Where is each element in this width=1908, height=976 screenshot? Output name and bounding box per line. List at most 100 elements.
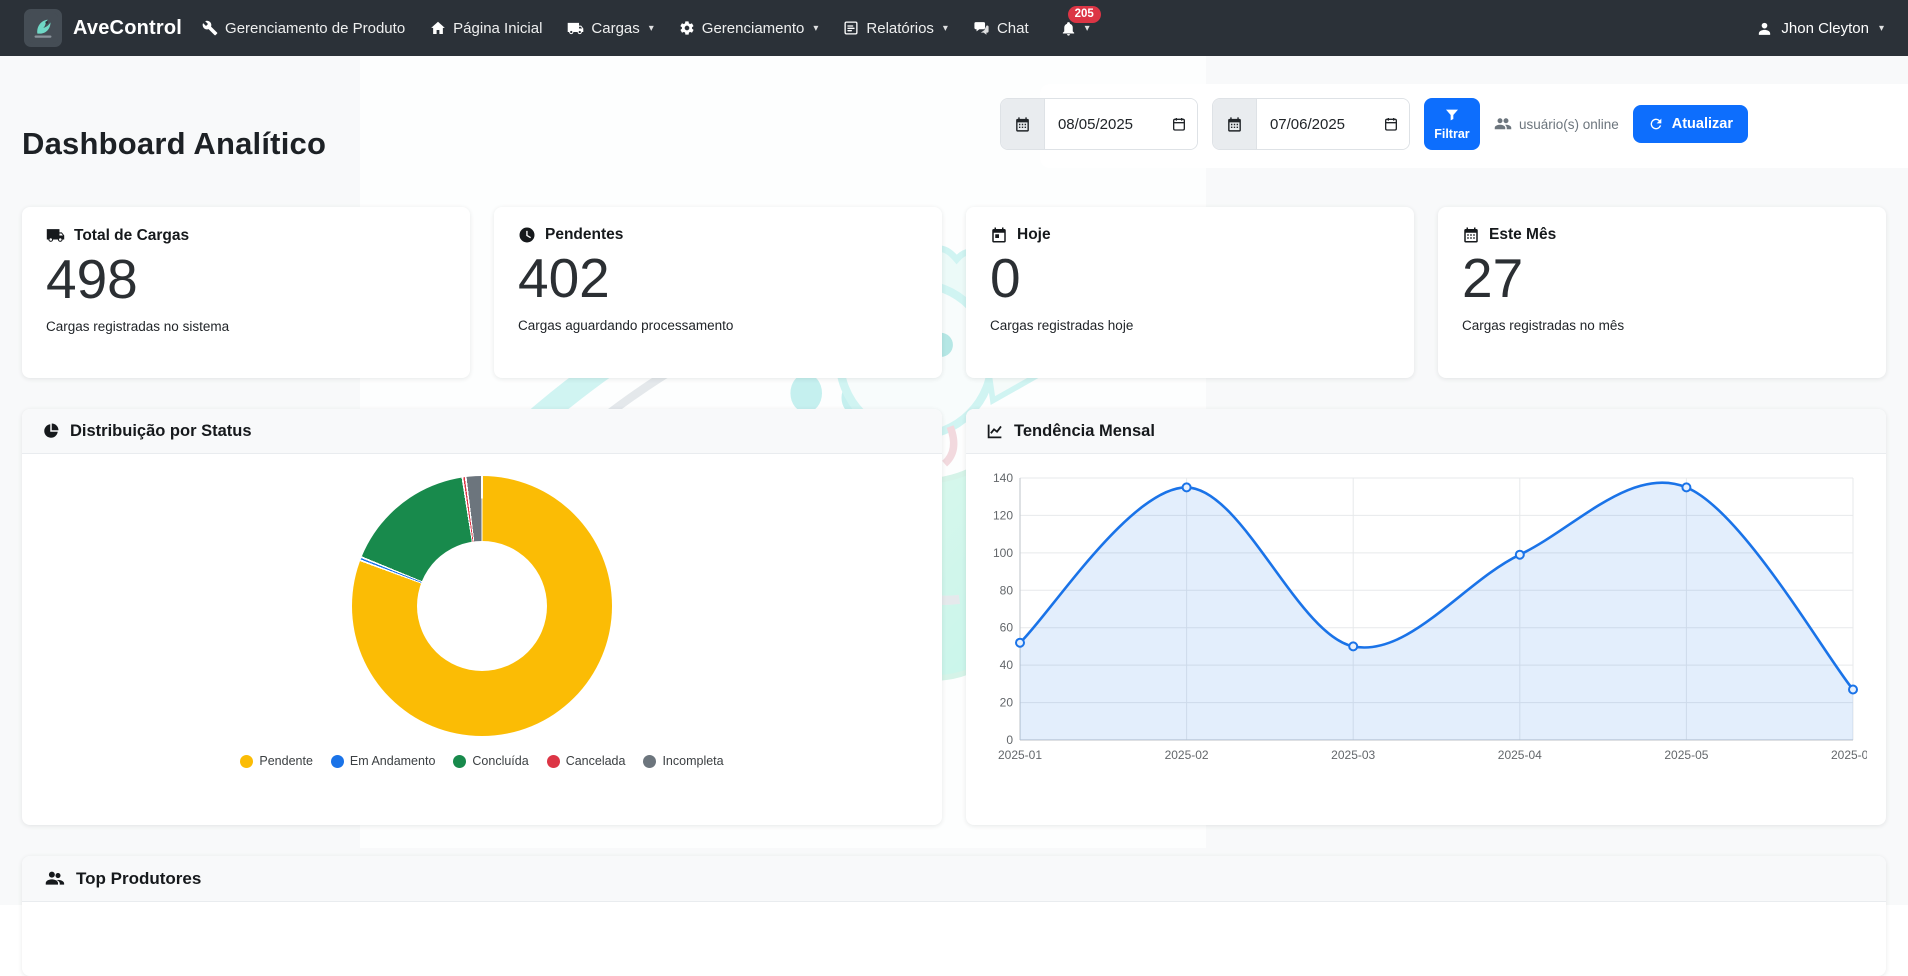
stat-subtitle: Cargas registradas no mês [1462, 318, 1862, 333]
stat-subtitle: Cargas registradas hoje [990, 318, 1390, 333]
nav-label: Chat [997, 20, 1029, 37]
svg-text:2025-05: 2025-05 [1664, 748, 1708, 762]
status-chart-title: Distribuição por Status [70, 422, 252, 441]
stat-title: Total de Cargas [74, 227, 189, 245]
top-producers-card: Top Produtores [22, 856, 1886, 976]
legend-item-cancelada[interactable]: Cancelada [547, 754, 626, 768]
stat-subtitle: Cargas registradas no sistema [46, 319, 446, 334]
truck-icon [567, 20, 584, 37]
truck-icon [46, 226, 65, 245]
brand[interactable]: AveControl [24, 9, 182, 47]
start-date-group [1000, 98, 1198, 150]
refresh-icon [1648, 116, 1664, 132]
legend-dot [453, 755, 466, 768]
user-menu[interactable]: Jhon Cleyton ▾ [1756, 20, 1884, 37]
monthly-trend-card: Tendência Mensal 0204060801001201402025-… [966, 409, 1886, 825]
chevron-down-icon: ▾ [1085, 23, 1090, 34]
notifications-badge: 205 [1068, 6, 1101, 24]
stat-title: Este Mês [1489, 226, 1556, 244]
legend-dot [547, 755, 560, 768]
nav-label: Cargas [591, 20, 639, 37]
notifications-bell[interactable]: 205 ▾ [1060, 20, 1090, 37]
nav-item-chat[interactable]: Chat [973, 20, 1029, 37]
end-date-group [1212, 98, 1410, 150]
dashboard-page: Dashboard Analítico [0, 56, 1908, 976]
stat-subtitle: Cargas aguardando processamento [518, 318, 918, 333]
stat-value: 0 [990, 248, 1390, 310]
end-date-input[interactable] [1257, 99, 1373, 149]
stat-card-hoje: Hoje 0 Cargas registradas hoje [966, 207, 1414, 378]
stat-card-este-mes: Este Mês 27 Cargas registradas no mês [1438, 207, 1886, 378]
nav-menu: Gerenciamento de Produto Página Inicial … [202, 20, 1090, 37]
legend-item-concluída[interactable]: Concluída [453, 754, 528, 768]
legend-item-pendente[interactable]: Pendente [240, 754, 313, 768]
svg-text:40: 40 [1000, 658, 1014, 672]
stats-row: Total de Cargas 498 Cargas registradas n… [22, 207, 1886, 378]
refresh-button-label: Atualizar [1672, 116, 1733, 132]
chevron-down-icon: ▾ [813, 23, 818, 34]
legend-item-em-andamento[interactable]: Em Andamento [331, 754, 435, 768]
calendar-addon-icon [1213, 99, 1257, 149]
stat-card-pendentes: Pendentes 402 Cargas aguardando processa… [494, 207, 942, 378]
users-icon [44, 868, 65, 889]
legend-item-incompleta[interactable]: Incompleta [643, 754, 723, 768]
filter-button-label: Filtrar [1434, 127, 1469, 141]
calendar-addon-icon [1001, 99, 1045, 149]
svg-text:2025-01: 2025-01 [998, 748, 1042, 762]
chevron-down-icon: ▾ [1879, 23, 1884, 34]
line-chart-icon [986, 422, 1004, 440]
svg-text:140: 140 [993, 471, 1013, 485]
svg-text:80: 80 [1000, 583, 1014, 597]
stat-value: 27 [1462, 248, 1862, 310]
nav-item-gerenciamento-de-produto[interactable]: Gerenciamento de Produto [202, 20, 405, 37]
top-producers-title: Top Produtores [76, 869, 201, 889]
charts-row: Distribuição por Status Pendente Em Andam… [22, 409, 1886, 825]
stat-title: Pendentes [545, 226, 623, 244]
pie-chart-icon [42, 422, 60, 440]
status-donut [352, 476, 612, 736]
svg-text:2025-04: 2025-04 [1498, 748, 1542, 762]
legend-dot [331, 755, 344, 768]
calendar-day-icon [990, 226, 1008, 244]
calendar-icon [1462, 226, 1480, 244]
nav-item-gerenciamento[interactable]: Gerenciamento ▾ [679, 20, 819, 37]
chat-icon [973, 20, 990, 37]
page-title: Dashboard Analítico [22, 126, 326, 162]
status-distribution-card: Distribuição por Status Pendente Em Andam… [22, 409, 942, 825]
top-navbar: AveControl Gerenciamento de Produto Pági… [0, 0, 1908, 56]
svg-text:2025-02: 2025-02 [1165, 748, 1209, 762]
brand-logo-icon [24, 9, 62, 47]
clock-icon [518, 226, 536, 244]
nav-label: Gerenciamento [702, 20, 805, 37]
user-icon [1756, 20, 1773, 37]
svg-text:2025-03: 2025-03 [1331, 748, 1375, 762]
online-users-label: usuário(s) online [1519, 117, 1619, 132]
refresh-button[interactable]: Atualizar [1633, 105, 1748, 143]
nav-item-relatorios[interactable]: Relatórios ▾ [843, 20, 948, 37]
nav-item-pagina-inicial[interactable]: Página Inicial [430, 20, 542, 37]
filter-bar: Filtrar usuário(s) online Atualizar [986, 84, 1886, 164]
svg-text:20: 20 [1000, 696, 1014, 710]
nav-label: Relatórios [866, 20, 934, 37]
gears-icon [679, 20, 695, 36]
end-date-picker-icon[interactable] [1373, 99, 1409, 149]
nav-item-cargas[interactable]: Cargas ▾ [567, 20, 653, 37]
online-users: usuário(s) online [1494, 115, 1619, 133]
stat-value: 498 [46, 249, 446, 311]
users-icon [1494, 115, 1512, 133]
brand-name: AveControl [73, 17, 182, 40]
wrench-icon [202, 20, 218, 36]
svg-text:0: 0 [1006, 733, 1013, 747]
stat-card-total-cargas: Total de Cargas 498 Cargas registradas n… [22, 207, 470, 378]
nav-label: Página Inicial [453, 20, 542, 37]
chevron-down-icon: ▾ [943, 23, 948, 34]
status-legend: Pendente Em Andamento Concluída Cancelada In… [240, 754, 723, 768]
trend-chart-title: Tendência Mensal [1014, 422, 1155, 441]
nav-label: Gerenciamento de Produto [225, 20, 405, 37]
chevron-down-icon: ▾ [649, 23, 654, 34]
filter-button[interactable]: Filtrar [1424, 98, 1480, 150]
stat-value: 402 [518, 248, 918, 310]
start-date-input[interactable] [1045, 99, 1161, 149]
user-name: Jhon Cleyton [1781, 20, 1869, 37]
start-date-picker-icon[interactable] [1161, 99, 1197, 149]
